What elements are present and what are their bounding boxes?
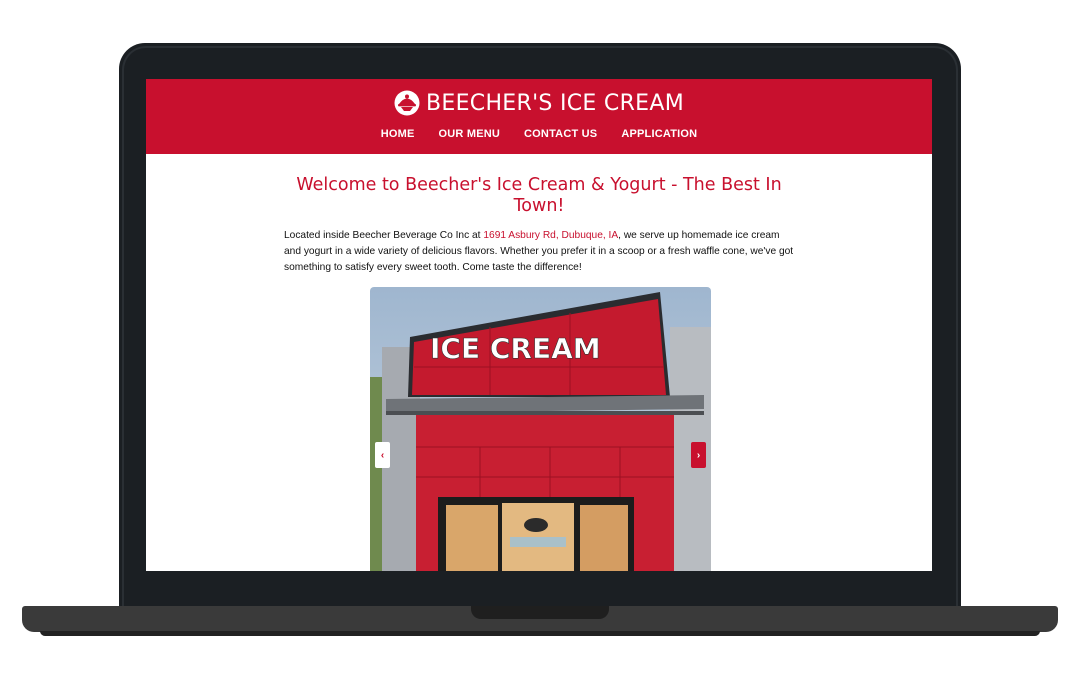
carousel-next-button[interactable]: › [691, 442, 706, 468]
intro-paragraph: Located inside Beecher Beverage Co Inc a… [284, 228, 794, 276]
brand[interactable]: BEECHER'S ICE CREAM [146, 90, 932, 116]
main-nav: HOME OUR MENU CONTACT US APPLICATION [146, 128, 932, 140]
intro-text-start: Located inside Beecher Beverage Co Inc a… [284, 230, 484, 241]
laptop-notch [471, 606, 609, 619]
nav-home[interactable]: HOME [381, 128, 415, 140]
welcome-section: Welcome to Beecher's Ice Cream & Yogurt … [284, 175, 794, 276]
storefront-photo: ICE CREAM [370, 287, 711, 571]
laptop-screen: BEECHER'S ICE CREAM HOME OUR MENU CONTAC… [146, 79, 932, 571]
laptop-base-shadow [40, 631, 1040, 636]
nav-application[interactable]: APPLICATION [621, 128, 697, 140]
address-link[interactable]: 1691 Asbury Rd, Dubuque, IA [483, 230, 618, 241]
ice-cream-dish-icon [394, 90, 420, 116]
nav-our-menu[interactable]: OUR MENU [439, 128, 501, 140]
carousel-prev-button[interactable]: ‹ [375, 442, 390, 468]
site-header: BEECHER'S ICE CREAM HOME OUR MENU CONTAC… [146, 79, 932, 154]
nav-contact-us[interactable]: CONTACT US [524, 128, 597, 140]
brand-name: BEECHER'S ICE CREAM [425, 90, 684, 116]
welcome-title: Welcome to Beecher's Ice Cream & Yogurt … [296, 175, 782, 216]
sign-text: ICE CREAM [430, 332, 601, 365]
